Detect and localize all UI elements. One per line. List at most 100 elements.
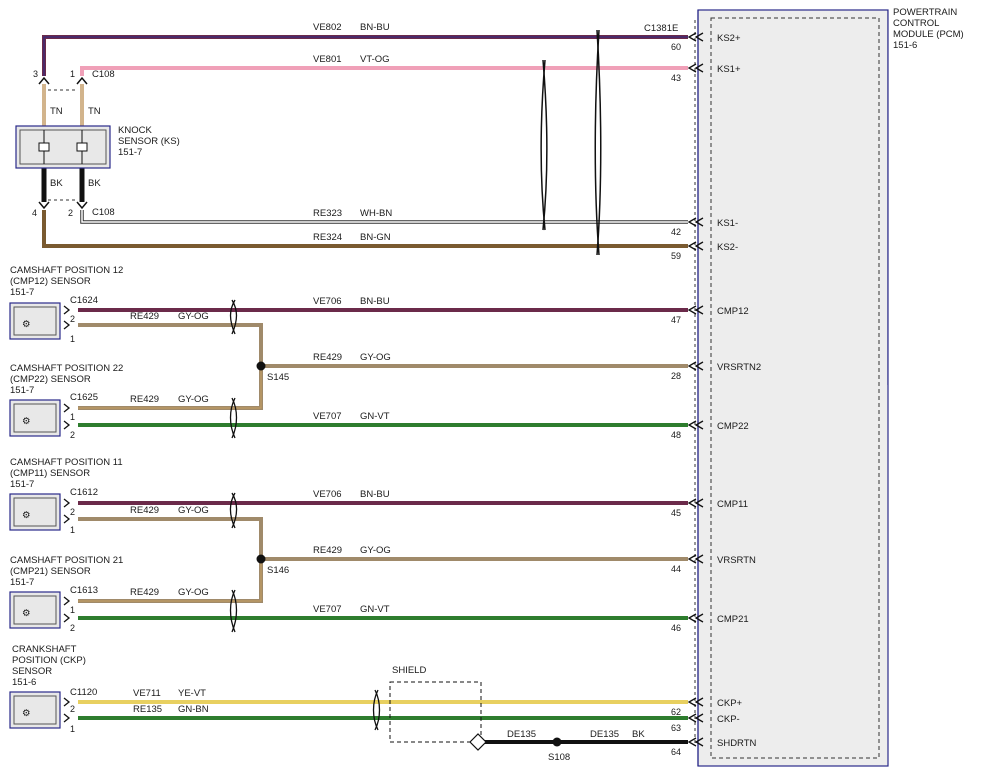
circuit-label: RE429 xyxy=(130,587,159,598)
splice-dot xyxy=(256,361,266,371)
wire-color-label: BN-BU xyxy=(360,489,390,500)
sensor-title: 151-6 xyxy=(12,677,36,688)
pcm-pin-number: 63 xyxy=(671,723,681,733)
pin-label: 1 xyxy=(70,69,75,79)
shield-label: SHIELD xyxy=(392,665,426,676)
wire-color-label: GN-BN xyxy=(178,704,209,715)
cmp11-sensor-body xyxy=(9,493,61,531)
circuit-label: RE429 xyxy=(130,505,159,516)
sensor-element-icon xyxy=(38,142,50,152)
circuit-label: VE802 xyxy=(313,22,342,33)
sensor-title: SENSOR (KS) xyxy=(118,136,180,147)
pcm-signal-name: CKP- xyxy=(717,714,740,725)
connector-label: C1613 xyxy=(70,585,98,596)
circuit-label: RE429 xyxy=(130,394,159,405)
pcm-pin-number: 59 xyxy=(671,251,681,261)
pin-arrow-icon xyxy=(76,76,88,85)
shield-ground-icon xyxy=(469,733,487,751)
pcm-signal-name: VRSRTN2 xyxy=(717,362,761,373)
pcm-pin-number: 43 xyxy=(671,73,681,83)
gear-icon: ⚙ xyxy=(22,708,31,719)
gear-icon: ⚙ xyxy=(22,608,31,619)
pcm-pin-number: 62 xyxy=(671,707,681,717)
pcm-pin-number: 60 xyxy=(671,42,681,52)
pcm-signal-name: VRSRTN xyxy=(717,555,756,566)
circuit-label: VE707 xyxy=(313,411,342,422)
wiring-diagram: POWERTRAIN CONTROL MODULE (PCM) 151-6 C1… xyxy=(9,7,980,767)
pin-arrow-icon xyxy=(38,76,50,85)
pin-arrow-icon xyxy=(76,201,88,210)
circuit-label: VE707 xyxy=(313,604,342,615)
pcm-pin-number: 47 xyxy=(671,315,681,325)
pin-label: 2 xyxy=(70,430,75,440)
pin-label: 1 xyxy=(70,334,75,344)
wire-color-label: GN-VT xyxy=(360,604,390,615)
sensor-element-icon xyxy=(76,142,88,152)
wire-color-label: BK xyxy=(632,729,645,740)
cmp22-sensor-body xyxy=(9,399,61,437)
connector-label: C1120 xyxy=(70,687,97,698)
pcm-signal-name: KS1+ xyxy=(717,64,741,75)
sensor-title: CAMSHAFT POSITION 11 xyxy=(10,457,123,468)
sensor-title: (CMP12) SENSOR xyxy=(10,276,91,287)
sensor-title: (CMP11) SENSOR xyxy=(10,468,90,479)
pcm-pin-number: 42 xyxy=(671,227,681,237)
circuit-label: RE324 xyxy=(313,232,342,243)
wire-color-label: GY-OG xyxy=(178,505,209,516)
sensor-title: (CMP21) SENSOR xyxy=(10,566,91,577)
pcm-signal-name: KS2+ xyxy=(717,33,741,44)
pcm-title-line: CONTROL xyxy=(893,18,939,29)
pcm-title-line: 151-6 xyxy=(893,40,917,51)
sensor-title: CAMSHAFT POSITION 21 xyxy=(10,555,123,566)
wire-color-label: GY-OG xyxy=(360,545,391,556)
pin-label: 2 xyxy=(70,507,75,517)
pcm-title-line: POWERTRAIN xyxy=(893,7,957,18)
pcm-pin-number: 46 xyxy=(671,623,681,633)
splice-label: S108 xyxy=(548,752,570,763)
gear-icon: ⚙ xyxy=(22,510,31,521)
circuit-label: RE429 xyxy=(313,545,342,556)
splice-label: S146 xyxy=(267,565,289,576)
pin-label: 2 xyxy=(68,208,73,218)
sensor-title: 151-7 xyxy=(10,577,34,588)
wire-color-label: TN xyxy=(50,106,63,117)
pin-label: 1 xyxy=(70,412,75,422)
gear-icon: ⚙ xyxy=(22,416,31,427)
pcm-signal-name: CMP12 xyxy=(717,306,749,317)
pin-label: 1 xyxy=(70,724,75,734)
wire-color-label: GY-OG xyxy=(178,311,209,322)
sensor-title: CAMSHAFT POSITION 12 xyxy=(10,265,123,276)
wire-color-label: TN xyxy=(88,106,101,117)
pcm-pin-number: 45 xyxy=(671,508,681,518)
wire-color-label: BN-GN xyxy=(360,232,391,243)
shield-box xyxy=(389,681,482,743)
pcm-pin-number: 28 xyxy=(671,371,681,381)
pin-label: 4 xyxy=(32,208,37,218)
sensor-title: CRANKSHAFT xyxy=(12,644,77,655)
splice-dot xyxy=(256,554,266,564)
pcm-module-box xyxy=(697,9,889,767)
connector-label: C1624 xyxy=(70,295,98,306)
wire-color-label: WH-BN xyxy=(360,208,392,219)
pcm-signal-name: KS2- xyxy=(717,242,738,253)
splice-dot xyxy=(552,737,562,747)
wire-color-label: GY-OG xyxy=(178,587,209,598)
sensor-title: 151-7 xyxy=(10,479,34,490)
pcm-signal-name: CMP21 xyxy=(717,614,749,625)
sensor-title: 151-7 xyxy=(118,147,142,158)
pcm-signal-name: CMP11 xyxy=(717,499,748,510)
sensor-title: POSITION (CKP) xyxy=(12,655,86,666)
connector-label: C108 xyxy=(92,207,115,218)
pcm-signal-name: KS1- xyxy=(717,218,738,229)
sensor-title: (CMP22) SENSOR xyxy=(10,374,91,385)
circuit-label: RE429 xyxy=(313,352,342,363)
sensor-title: KNOCK xyxy=(118,125,152,136)
pcm-pin-number: 64 xyxy=(671,747,681,757)
circuit-label: RE323 xyxy=(313,208,342,219)
connector-label: C1625 xyxy=(70,392,98,403)
sensor-title: 151-7 xyxy=(10,385,34,396)
wire-color-label: VT-OG xyxy=(360,54,390,65)
pin-label: 2 xyxy=(70,704,75,714)
wire-color-label: GY-OG xyxy=(360,352,391,363)
pin-label: 3 xyxy=(33,69,38,79)
